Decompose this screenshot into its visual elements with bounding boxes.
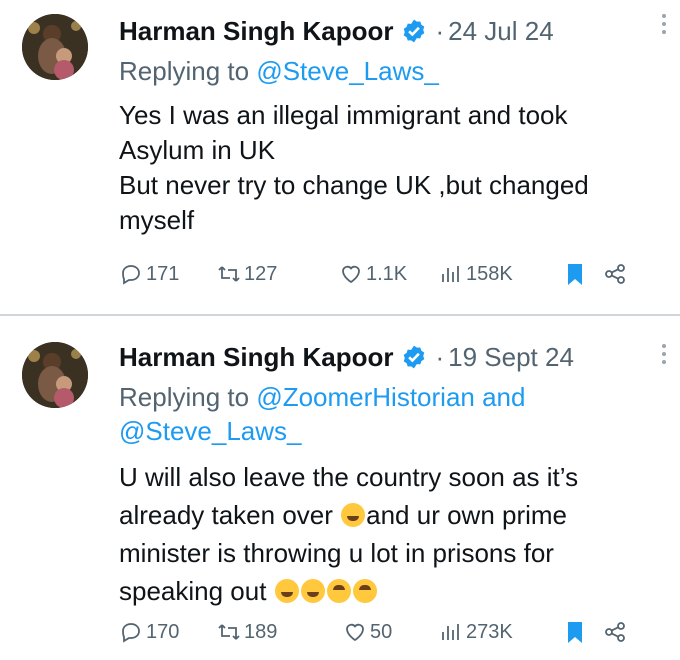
bookmark-button[interactable] [563,620,603,644]
tweet-text-span: speaking out [119,576,274,606]
tweet-text-line: myself [119,205,195,235]
upside-down-face-emoji-icon [326,579,351,603]
action-bar: 170 189 50 273K [119,620,660,644]
tweet-2[interactable]: Harman Singh Kapoor · 19 Sept 24 Replyin… [0,330,680,660]
rofl-emoji-icon [341,503,366,527]
tweet-body: Harman Singh Kapoor · 19 Sept 24 Replyin… [119,336,660,610]
verified-badge-icon [401,344,427,370]
reply-button[interactable]: 171 [119,262,217,286]
tweet-text-span: already taken over [119,500,341,530]
tweet-text: Yes I was an illegal immigrant and took … [119,98,660,238]
views-button[interactable]: 273K [439,620,563,644]
reply-handle-link[interactable]: @Steve_Laws_ [256,56,439,86]
replying-to: Replying to @ZoomerHistorian and @Steve_… [119,380,660,448]
tweet-text-line: speaking out [119,572,660,610]
like-button[interactable]: 50 [343,620,439,644]
author-name[interactable]: Harman Singh Kapoor [119,16,393,47]
more-icon[interactable] [660,10,668,38]
views-icon [442,266,459,282]
tweet-text: U will also leave the country soon as it… [119,458,660,610]
tweet-text-span: and ur own prime [366,500,568,530]
retweet-count: 189 [244,620,278,643]
rofl-emoji-icon [300,579,325,603]
tweet-divider [0,314,680,316]
views-count: 273K [466,620,513,643]
upside-down-face-emoji-icon [352,579,377,603]
bookmark-icon [568,622,582,643]
like-icon [342,265,360,284]
tweet-text-line: already taken over and ur own prime [119,496,660,534]
share-icon [605,622,625,642]
tweet-text-line: Asylum in UK [119,135,276,165]
verified-badge-icon [401,18,427,44]
separator-dot: · [435,15,445,46]
action-bar: 171 127 1.1K 158K [119,262,660,286]
like-count: 1.1K [366,262,408,285]
reply-count: 170 [146,620,180,643]
tweet-text-line: minister is throwing u lot in prisons fo… [119,538,554,568]
retweet-icon [218,624,240,640]
bookmark-button[interactable] [563,262,603,286]
avatar[interactable] [22,14,88,80]
reply-icon [122,265,140,285]
tweet-text-line: U will also leave the country soon as it… [119,462,579,492]
author-name[interactable]: Harman Singh Kapoor [119,342,393,373]
bookmark-icon [568,264,582,285]
replying-to: Replying to @Steve_Laws_ [119,54,660,88]
avatar[interactable] [22,342,88,408]
retweet-button[interactable]: 189 [217,620,343,644]
replying-to-label: Replying to [119,56,257,86]
separator-dot: · [435,341,445,372]
reply-button[interactable]: 170 [119,620,217,644]
retweet-icon [218,266,240,282]
tweet-body: Harman Singh Kapoor · 24 Jul 24 Replying… [119,10,660,238]
tweet-text-line: But never try to change UK ,but changed [119,170,589,200]
tweet-date[interactable]: 24 Jul 24 [448,16,554,47]
share-button[interactable] [603,620,630,644]
rofl-emoji-icon [274,579,299,603]
reply-count: 171 [146,262,180,285]
like-button[interactable]: 1.1K [339,262,439,286]
tweet-text-line: Yes I was an illegal immigrant and took [119,100,568,130]
views-count: 158K [466,262,513,285]
reply-handle-link[interactable]: @Steve_Laws_ [119,414,660,448]
tweet-date[interactable]: 19 Sept 24 [448,342,574,373]
retweet-button[interactable]: 127 [217,262,339,286]
retweet-count: 127 [244,262,278,285]
views-button[interactable]: 158K [439,262,563,286]
reply-handle-link[interactable]: @ZoomerHistorian and [256,382,525,412]
replying-to-label: Replying to [119,382,257,412]
tweet-1[interactable]: Harman Singh Kapoor · 24 Jul 24 Replying… [0,0,680,314]
like-icon [346,623,364,642]
share-icon [605,264,625,284]
share-button[interactable] [603,262,630,286]
like-count: 50 [370,620,393,643]
reply-icon [122,623,140,643]
more-icon[interactable] [660,340,668,368]
views-icon [442,624,459,640]
